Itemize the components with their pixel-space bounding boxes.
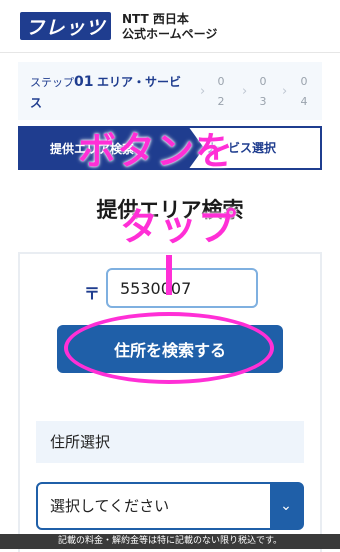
step-4: 0 4 — [299, 72, 309, 112]
annotation-text-2: タップ — [120, 205, 238, 249]
site-header: フレッツ NTT 西日本 公式ホームページ — [0, 0, 340, 53]
step-title-cont: ス — [30, 96, 43, 110]
flets-logo[interactable]: フレッツ — [20, 12, 111, 40]
step-3: 0 3 — [258, 72, 268, 112]
chevron-right-icon: › — [282, 84, 288, 99]
zip-code-input[interactable] — [106, 268, 258, 308]
step-2: 0 2 — [216, 72, 226, 112]
step-title: エリア・サービ — [96, 75, 181, 89]
address-select-value: 選択してください — [50, 497, 170, 515]
address-section-label: 住所選択 — [36, 421, 304, 463]
postal-mark-icon: 〒 — [84, 284, 101, 303]
address-select[interactable]: 選択してください ⌄ — [36, 482, 304, 530]
chevron-right-icon: › — [200, 84, 206, 99]
step-number: 01 — [74, 74, 94, 90]
step-3-digit-a: 0 — [259, 75, 267, 88]
step-3-digit-b: 3 — [259, 95, 267, 108]
step-current: ステップ01 エリア・サービ ス — [30, 72, 200, 114]
annotation-text-1: ボタンを — [78, 129, 235, 173]
step-4-digit-b: 4 — [300, 95, 308, 108]
step-indicator: ステップ01 エリア・サービ ス › 0 2 › 0 3 › 0 4 — [18, 62, 322, 120]
step-2-digit-b: 2 — [217, 95, 225, 108]
step-label: ステップ — [30, 76, 74, 89]
step-4-digit-a: 0 — [300, 75, 308, 88]
brand-line2: 公式ホームページ — [122, 27, 218, 41]
annotation-arrow-line — [166, 255, 172, 295]
chevron-down-icon[interactable]: ⌄ — [270, 484, 302, 528]
brand-line1: NTT 西日本 — [122, 12, 189, 26]
brand-text: NTT 西日本 公式ホームページ — [122, 12, 217, 42]
step-2-digit-a: 0 — [217, 75, 225, 88]
chevron-right-icon: › — [242, 84, 248, 99]
footer-tax-note: 記載の料金・解約金等は特に記載のない限り税込です。 — [0, 534, 340, 549]
annotation-circle — [64, 312, 274, 384]
